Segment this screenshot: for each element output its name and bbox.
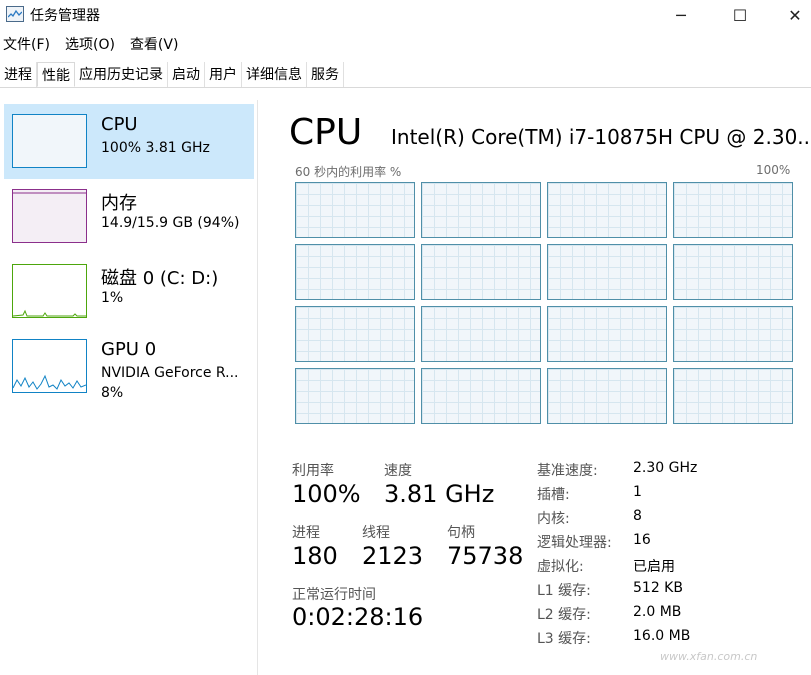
speed-value: 3.81 GHz (384, 480, 495, 508)
logical-processor-graph (547, 182, 667, 238)
tab-users[interactable]: 用户 (205, 62, 242, 87)
tab-services[interactable]: 服务 (307, 62, 344, 87)
sidebar-item-sub2: 8% (101, 385, 124, 401)
logical-processor-graph (673, 182, 793, 238)
logical-processor-graphs (295, 182, 795, 424)
detail-label: 插槽: (537, 487, 570, 503)
menu-bar: 文件(F) 选项(O) 查看(V) (0, 34, 190, 56)
sidebar-item-title: GPU 0 (101, 339, 157, 360)
logical-processor-graph (673, 306, 793, 362)
detail-value: 512 KB (633, 580, 683, 596)
detail-label: 逻辑处理器: (537, 535, 612, 551)
close-button[interactable]: ✕ (765, 0, 811, 30)
utilization-value: 100% (292, 480, 361, 508)
detail-label: L1 缓存: (537, 583, 591, 599)
menu-file[interactable]: 文件(F) (0, 34, 56, 56)
sidebar-item-title: 磁盘 0 (C: D:) (101, 268, 219, 289)
detail-label: 内核: (537, 511, 570, 527)
menu-options[interactable]: 选项(O) (62, 34, 121, 56)
detail-label: L2 缓存: (537, 607, 591, 623)
threads-label: 线程 (362, 525, 390, 541)
sidebar-item-gpu[interactable]: GPU 0 NVIDIA GeForce R... 8% (4, 329, 254, 404)
logical-processor-graph (673, 244, 793, 300)
detail-value: 16 (633, 532, 651, 548)
minimize-button[interactable]: ─ (651, 0, 711, 30)
disk-thumbnail-graph (12, 264, 87, 318)
tab-processes[interactable]: 进程 (0, 62, 37, 87)
processes-label: 进程 (292, 525, 320, 541)
sidebar-item-title: 内存 (101, 193, 137, 214)
graph-caption: 60 秒内的利用率 % (295, 165, 402, 179)
sidebar-item-sub: 1% (101, 290, 124, 306)
resource-sidebar: CPU 100% 3.81 GHz 内存 14.9/15.9 GB (94%) … (0, 100, 258, 675)
processes-value: 180 (292, 542, 338, 570)
sidebar-item-sub: NVIDIA GeForce R... (101, 365, 239, 381)
tab-performance[interactable]: 性能 (37, 62, 75, 87)
sidebar-item-disk[interactable]: 磁盘 0 (C: D:) 1% (4, 254, 254, 329)
uptime-value: 0:02:28:16 (292, 603, 424, 631)
sidebar-item-cpu[interactable]: CPU 100% 3.81 GHz (4, 104, 254, 179)
logical-processor-graph (421, 368, 541, 424)
cpu-thumbnail-graph (12, 114, 87, 168)
graph-max-label: 100% (756, 163, 791, 177)
gpu-thumbnail-graph (12, 339, 87, 393)
menu-view[interactable]: 查看(V) (127, 34, 185, 56)
sidebar-item-sub: 100% 3.81 GHz (101, 140, 210, 156)
page-title: CPU (289, 112, 363, 153)
logical-processor-graph (547, 244, 667, 300)
detail-label: L3 缓存: (537, 631, 591, 647)
title-bar: 任务管理器 ─ ☐ ✕ (0, 0, 811, 30)
sidebar-item-memory[interactable]: 内存 14.9/15.9 GB (94%) (4, 179, 254, 254)
watermark: www.xfan.com.cn (660, 650, 758, 663)
detail-value: 16.0 MB (633, 628, 691, 644)
uptime-label: 正常运行时间 (292, 587, 376, 603)
tab-details[interactable]: 详细信息 (242, 62, 307, 87)
window-title: 任务管理器 (30, 8, 100, 24)
logical-processor-graph (295, 306, 415, 362)
handles-value: 75738 (447, 542, 524, 570)
detail-value: 2.30 GHz (633, 460, 698, 476)
detail-value: 2.0 MB (633, 604, 682, 620)
memory-thumbnail-graph (12, 189, 87, 243)
detail-value: 已启用 (633, 559, 675, 575)
utilization-label: 利用率 (292, 463, 334, 479)
threads-value: 2123 (362, 542, 424, 570)
tab-startup[interactable]: 启动 (168, 62, 205, 87)
detail-value: 1 (633, 484, 642, 500)
logical-processor-graph (673, 368, 793, 424)
sidebar-item-title: CPU (101, 114, 138, 135)
logical-processor-graph (547, 306, 667, 362)
tab-bar: 进程 性能 应用历史记录 启动 用户 详细信息 服务 (0, 62, 811, 88)
speed-label: 速度 (384, 463, 412, 479)
detail-label: 基准速度: (537, 463, 598, 479)
cpu-model-name: Intel(R) Core(TM) i7-10875H CPU @ 2.30..… (391, 125, 811, 149)
logical-processor-graph (295, 244, 415, 300)
task-manager-icon (6, 6, 24, 22)
maximize-button[interactable]: ☐ (710, 0, 770, 30)
handles-label: 句柄 (447, 525, 475, 541)
logical-processor-graph (421, 244, 541, 300)
detail-value: 8 (633, 508, 642, 524)
logical-processor-graph (421, 182, 541, 238)
logical-processor-graph (295, 182, 415, 238)
logical-processor-graph (421, 306, 541, 362)
detail-label: 虚拟化: (537, 559, 584, 575)
logical-processor-graph (295, 368, 415, 424)
logical-processor-graph (547, 368, 667, 424)
tab-app-history[interactable]: 应用历史记录 (75, 62, 168, 87)
sidebar-item-sub: 14.9/15.9 GB (94%) (101, 215, 240, 231)
